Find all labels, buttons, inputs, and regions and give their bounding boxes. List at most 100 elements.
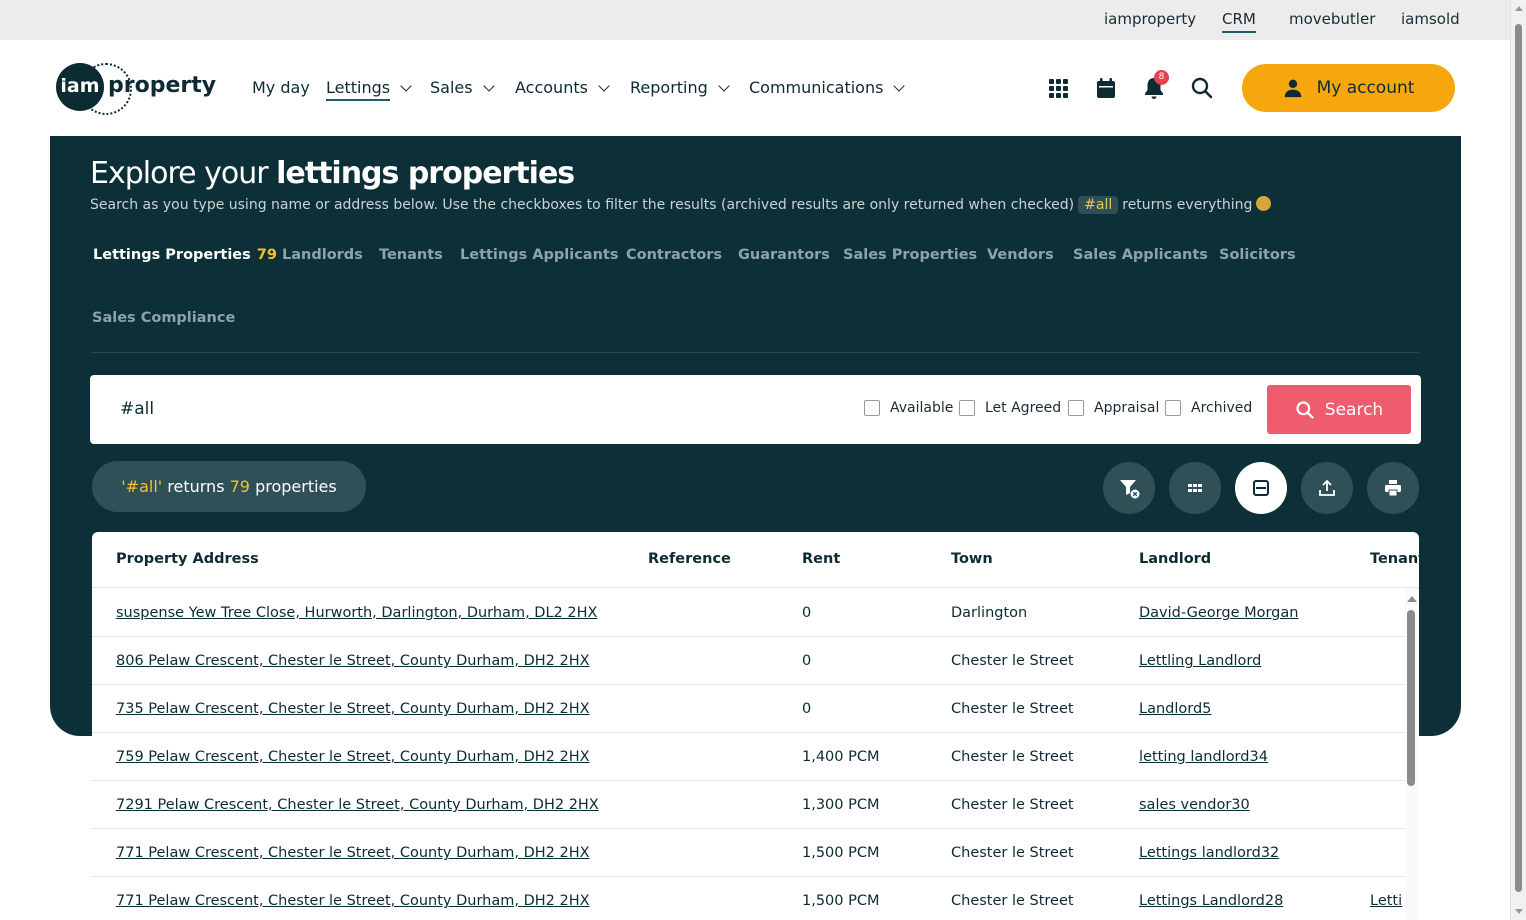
scroll-down-arrow[interactable] bbox=[1515, 909, 1523, 914]
page-title-regular: Explore your bbox=[90, 156, 277, 191]
notification-badge: 8 bbox=[1154, 70, 1169, 85]
property-address-link[interactable]: 771 Pelaw Crescent, Chester le Street, C… bbox=[116, 893, 590, 909]
page-scrollbar-thumb[interactable] bbox=[1515, 24, 1522, 892]
apps-grid-icon[interactable] bbox=[1046, 76, 1070, 100]
tenant-link[interactable]: Letti bbox=[1370, 893, 1402, 909]
my-account-button[interactable]: My account bbox=[1242, 64, 1455, 112]
filter-clear-icon bbox=[1120, 480, 1140, 499]
checkbox[interactable] bbox=[1068, 400, 1084, 416]
nav-communications[interactable]: Communications bbox=[749, 78, 906, 97]
nav-label: Lettings bbox=[326, 78, 391, 101]
export-button[interactable] bbox=[1301, 462, 1353, 514]
table-scroll-up-arrow[interactable] bbox=[1407, 596, 1417, 602]
tab-landlords[interactable]: Landlords bbox=[282, 247, 363, 263]
landlord-link[interactable]: Lettings Landlord28 bbox=[1139, 893, 1283, 909]
nav-reporting[interactable]: Reporting bbox=[630, 78, 730, 97]
town-cell: Chester le Street bbox=[951, 749, 1074, 765]
nav-sales[interactable]: Sales bbox=[430, 78, 495, 97]
checkbox[interactable] bbox=[1165, 400, 1181, 416]
table-scrollbar-thumb[interactable] bbox=[1407, 610, 1415, 786]
export-icon bbox=[1319, 479, 1335, 496]
print-button[interactable] bbox=[1367, 462, 1419, 514]
property-address-link[interactable]: 759 Pelaw Crescent, Chester le Street, C… bbox=[116, 749, 590, 765]
tab-solicitors[interactable]: Solicitors bbox=[1219, 247, 1296, 263]
property-address-link[interactable]: 7291 Pelaw Crescent, Chester le Street, … bbox=[116, 797, 599, 813]
nav-label: My day bbox=[252, 78, 310, 97]
col-tenant[interactable]: Tenant bbox=[1370, 551, 1419, 567]
tab-lettings-applicants[interactable]: Lettings Applicants bbox=[460, 247, 618, 263]
table-scrollbar[interactable] bbox=[1405, 588, 1419, 920]
town-cell: Chester le Street bbox=[951, 845, 1074, 861]
my-account-label: My account bbox=[1316, 78, 1415, 98]
search-icon[interactable] bbox=[1190, 76, 1214, 100]
grid-view-button[interactable] bbox=[1169, 462, 1221, 514]
filter-let-agreed[interactable]: Let Agreed bbox=[959, 400, 1061, 416]
filter-available[interactable]: Available bbox=[864, 400, 953, 416]
search-input[interactable]: #all bbox=[120, 399, 154, 419]
page-scrollbar[interactable] bbox=[1510, 0, 1526, 920]
calendar-icon[interactable] bbox=[1094, 76, 1118, 100]
landlord-link[interactable]: Lettings landlord32 bbox=[1139, 845, 1279, 861]
user-icon bbox=[1284, 79, 1301, 98]
search-icon bbox=[1296, 400, 1314, 419]
logo-word: property bbox=[108, 73, 217, 98]
property-address-link[interactable]: 735 Pelaw Crescent, Chester le Street, C… bbox=[116, 701, 590, 717]
property-address-link[interactable]: 806 Pelaw Crescent, Chester le Street, C… bbox=[116, 653, 590, 669]
filter-appraisal[interactable]: Appraisal bbox=[1068, 400, 1159, 416]
col-reference[interactable]: Reference bbox=[648, 551, 731, 567]
list-view-button[interactable] bbox=[1235, 462, 1287, 514]
tab-vendors[interactable]: Vendors bbox=[987, 247, 1054, 263]
clear-filters-button[interactable] bbox=[1103, 462, 1155, 514]
topbar-link-movebutler[interactable]: movebutler bbox=[1289, 10, 1375, 28]
nav-accounts[interactable]: Accounts bbox=[515, 78, 610, 97]
nav-label: Communications bbox=[749, 78, 884, 97]
table-row: 771 Pelaw Crescent, Chester le Street, C… bbox=[92, 877, 1405, 920]
table-row: suspense Yew Tree Close, Hurworth, Darli… bbox=[92, 589, 1405, 637]
tab-lettings-properties[interactable]: Lettings Properties 79 bbox=[93, 247, 277, 263]
topbar-link-iamproperty[interactable]: iamproperty bbox=[1104, 10, 1196, 28]
tab-guarantors[interactable]: Guarantors bbox=[738, 247, 830, 263]
nav-my-day[interactable]: My day bbox=[252, 78, 310, 97]
filter-label: Appraisal bbox=[1094, 400, 1160, 416]
topbar-link-iamsold[interactable]: iamsold bbox=[1401, 10, 1460, 28]
landlord-link[interactable]: sales vendor30 bbox=[1139, 797, 1250, 813]
col-town[interactable]: Town bbox=[951, 551, 993, 567]
rent-cell: 1,500 PCM bbox=[802, 845, 880, 861]
rent-cell: 0 bbox=[802, 605, 812, 621]
checkbox[interactable] bbox=[864, 400, 880, 416]
subtitle-text: Search as you type using name or address… bbox=[90, 197, 1075, 213]
page-title: Explore your lettings properties bbox=[90, 156, 575, 191]
scroll-up-arrow[interactable] bbox=[1515, 6, 1523, 11]
property-address-link[interactable]: suspense Yew Tree Close, Hurworth, Darli… bbox=[116, 605, 597, 621]
topbar-link-crm[interactable]: CRM bbox=[1222, 10, 1256, 33]
property-address-link[interactable]: 771 Pelaw Crescent, Chester le Street, C… bbox=[116, 845, 590, 861]
nav-lettings[interactable]: Lettings bbox=[326, 78, 412, 101]
table-row: 7291 Pelaw Crescent, Chester le Street, … bbox=[92, 781, 1405, 829]
checkbox[interactable] bbox=[959, 400, 975, 416]
town-cell: Chester le Street bbox=[951, 797, 1074, 813]
filter-archived[interactable]: Archived bbox=[1165, 400, 1252, 416]
results-returns: returns bbox=[167, 477, 225, 496]
tab-tenants[interactable]: Tenants bbox=[379, 247, 443, 263]
tab-sales-properties[interactable]: Sales Properties bbox=[843, 247, 977, 263]
tab-sales-applicants[interactable]: Sales Applicants bbox=[1073, 247, 1208, 263]
col-landlord[interactable]: Landlord bbox=[1139, 551, 1211, 567]
tab-contractors[interactable]: Contractors bbox=[626, 247, 722, 263]
iamproperty-logo[interactable]: iam property bbox=[56, 63, 216, 115]
smile-emoji-icon bbox=[1256, 196, 1272, 211]
landlord-link[interactable]: Lettling Landlord bbox=[1139, 653, 1261, 669]
subtitle-post: returns everything bbox=[1122, 197, 1253, 213]
rent-cell: 1,400 PCM bbox=[802, 749, 880, 765]
top-utility-bar: iamproperty CRM movebutler iamsold bbox=[0, 0, 1510, 40]
landlord-link[interactable]: letting landlord34 bbox=[1139, 749, 1268, 765]
col-rent[interactable]: Rent bbox=[802, 551, 840, 567]
filter-label: Let Agreed bbox=[985, 400, 1062, 416]
col-property-address[interactable]: Property Address bbox=[116, 551, 259, 567]
search-button[interactable]: Search bbox=[1267, 385, 1411, 434]
landlord-link[interactable]: David-George Morgan bbox=[1139, 605, 1298, 621]
search-bar: #all Available Let Agreed Appraisal Arch… bbox=[90, 375, 1421, 444]
results-count-pill: '#all' returns 79 properties bbox=[92, 461, 366, 512]
tab-sales-compliance[interactable]: Sales Compliance bbox=[92, 310, 235, 326]
rent-cell: 0 bbox=[802, 701, 812, 717]
landlord-link[interactable]: Landlord5 bbox=[1139, 701, 1211, 717]
